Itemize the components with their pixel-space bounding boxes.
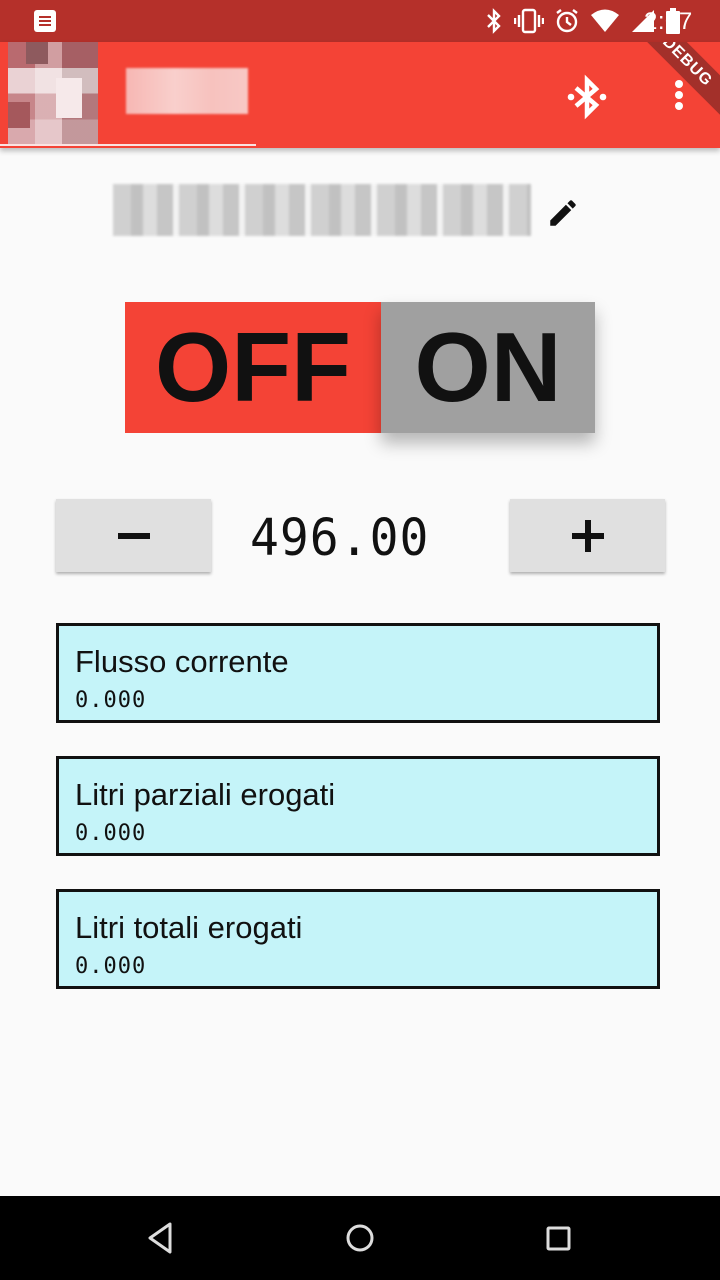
device-name xyxy=(113,184,531,236)
decrement-button[interactable] xyxy=(56,499,211,572)
off-button[interactable]: OFF xyxy=(125,302,381,433)
readout-card-current-flow: Flusso corrente 0.000 xyxy=(56,623,660,723)
app-bar: DEBUG xyxy=(0,42,720,148)
readout-label: Flusso corrente xyxy=(75,644,289,679)
on-button[interactable]: ON xyxy=(381,302,595,433)
power-toggle: OFF ON xyxy=(125,302,595,434)
increment-button[interactable] xyxy=(510,499,665,572)
plus-icon xyxy=(571,519,604,552)
readout-value: 0.000 xyxy=(75,821,147,846)
clock: 2:07 xyxy=(644,8,693,35)
home-icon[interactable] xyxy=(336,1214,384,1262)
title-underline xyxy=(0,144,256,146)
bluetooth-icon xyxy=(487,8,501,34)
avatar xyxy=(8,42,98,145)
setpoint-value: 496.00 xyxy=(250,508,430,568)
readout-label: Litri parziali erogati xyxy=(75,777,336,812)
alarm-icon xyxy=(556,9,578,33)
readout-value: 0.000 xyxy=(75,688,147,713)
readout-card-partial-liters: Litri parziali erogati 0.000 xyxy=(56,756,660,856)
recent-apps-icon[interactable] xyxy=(534,1214,582,1262)
edit-icon[interactable] xyxy=(546,196,580,230)
app-title xyxy=(126,68,248,114)
readout-value: 0.000 xyxy=(75,954,147,979)
navigation-bar xyxy=(0,1196,720,1280)
vibrate-icon xyxy=(514,8,544,34)
notification-icon xyxy=(34,10,56,32)
minus-icon xyxy=(117,532,150,539)
readout-label: Litri totali erogati xyxy=(75,910,303,945)
bluetooth-icon[interactable] xyxy=(562,72,612,122)
readout-card-total-liters: Litri totali erogati 0.000 xyxy=(56,889,660,989)
status-bar: 2:07 xyxy=(0,0,720,42)
back-icon[interactable] xyxy=(136,1214,184,1262)
wifi-icon xyxy=(591,9,619,32)
